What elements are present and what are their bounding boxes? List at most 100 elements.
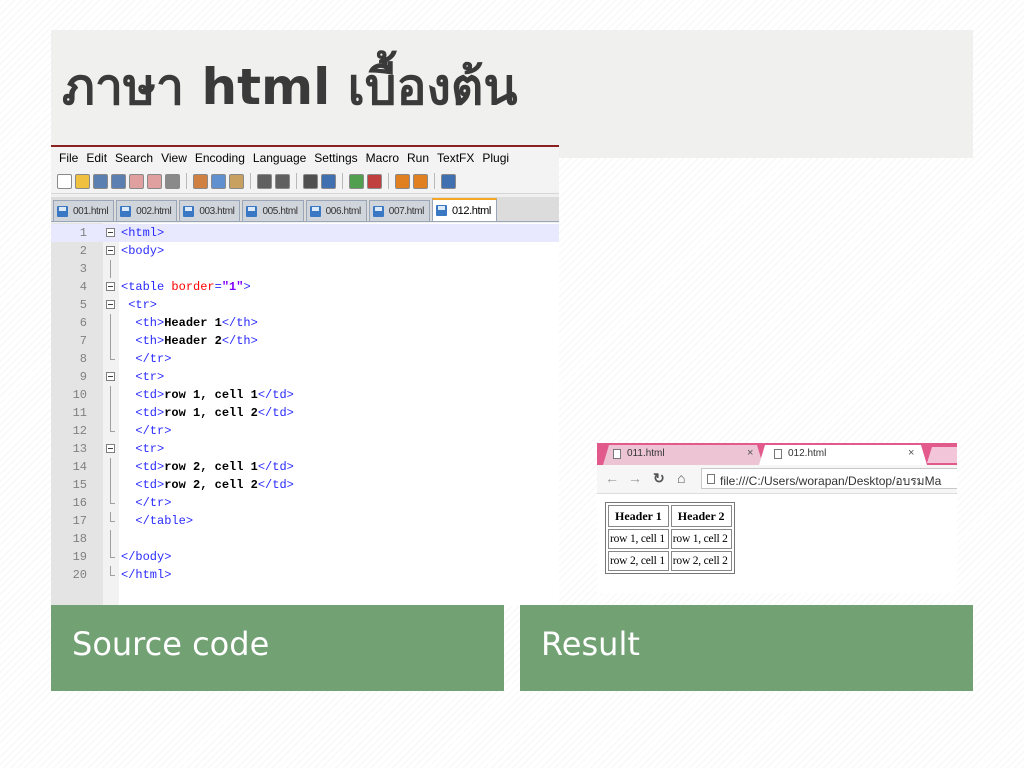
line-number: 2	[79, 244, 87, 258]
browser-tab-012[interactable]	[759, 445, 927, 465]
fold-toggle-icon[interactable]	[106, 444, 115, 453]
code-token: </th>	[221, 334, 258, 348]
new-tab-button[interactable]	[927, 447, 957, 463]
code-token: <td>	[135, 460, 165, 474]
line-number: 18	[72, 532, 87, 546]
fold-toggle-icon[interactable]	[106, 228, 115, 237]
code-token: row 2, cell 1	[164, 460, 258, 474]
close-icon[interactable]: ×	[908, 447, 914, 459]
paste-icon[interactable]	[229, 173, 244, 189]
code-token: <td>	[135, 406, 165, 420]
editor-tab[interactable]: 002.html	[116, 200, 178, 221]
print-icon[interactable]	[165, 173, 180, 189]
code-token: <table	[121, 280, 172, 294]
sync-h-icon[interactable]	[413, 173, 428, 189]
line-number: 14	[72, 460, 87, 474]
table-header-cell: Header 2	[670, 505, 732, 527]
reload-icon[interactable]: ↻	[653, 470, 665, 487]
fold-toggle-icon[interactable]	[106, 300, 115, 309]
code-token: <body>	[121, 244, 165, 258]
menu-item[interactable]: TextFX	[437, 151, 474, 165]
sync-v-icon[interactable]	[395, 173, 410, 189]
editor-tab[interactable]: 005.html	[242, 200, 304, 221]
redo-icon[interactable]	[275, 173, 290, 189]
zoom-out-icon[interactable]	[367, 173, 382, 189]
line-number: 11	[72, 406, 87, 420]
editor-tab[interactable]: 012.html	[431, 198, 497, 221]
code-token: <html>	[121, 226, 165, 240]
editor-tab-label: 012.html	[451, 204, 491, 217]
close-icon[interactable]: ×	[747, 447, 753, 459]
save-disk-icon	[183, 205, 195, 217]
copy-icon[interactable]	[211, 173, 226, 189]
word-wrap-icon[interactable]	[441, 173, 456, 189]
fold-toggle-icon[interactable]	[106, 372, 115, 381]
code-line: 11 <td>row 1, cell 2</td>	[51, 404, 559, 422]
code-token: row 1, cell 2	[164, 406, 258, 420]
code-token: Header 2	[164, 334, 222, 348]
menu-item[interactable]: Edit	[86, 151, 107, 165]
menu-item[interactable]: View	[161, 151, 187, 165]
new-file-icon[interactable]	[57, 173, 72, 189]
code-token: </td>	[257, 406, 294, 420]
editor-toolbar	[51, 169, 559, 194]
table-cell: row 1, cell 2	[670, 529, 732, 549]
code-token: </td>	[257, 388, 294, 402]
fold-line-marker	[110, 260, 111, 278]
fold-toggle-icon[interactable]	[106, 246, 115, 255]
code-line: 9 <tr>	[51, 368, 559, 386]
fold-toggle-icon[interactable]	[106, 282, 115, 291]
save-disk-icon	[435, 205, 447, 216]
line-number: 5	[79, 298, 87, 312]
cut-icon[interactable]	[193, 173, 208, 189]
close-all-icon[interactable]	[147, 173, 162, 189]
editor-tab-label: 007.html	[388, 205, 425, 217]
undo-icon[interactable]	[257, 173, 272, 189]
menu-item[interactable]: Plugi	[482, 151, 509, 165]
code-token: </body>	[121, 550, 172, 564]
code-text: <table border="1">	[121, 278, 251, 296]
back-arrow-icon[interactable]: ←	[605, 470, 619, 486]
code-text: <body>	[121, 242, 164, 260]
home-icon[interactable]: ⌂	[677, 470, 685, 486]
result-table: Header 1 Header 2 row 1, cell 1 row 1, c…	[605, 502, 735, 574]
zoom-in-icon[interactable]	[349, 173, 364, 189]
toolbar-separator	[388, 173, 389, 189]
menu-item[interactable]: Search	[115, 151, 153, 165]
code-area[interactable]: 1 <html> 2 <body> 3 4 <table border="1"> 5 <tr>…	[51, 223, 559, 606]
menu-item[interactable]: Language	[253, 151, 306, 165]
replace-icon[interactable]	[321, 173, 336, 189]
code-line: 1 <html>	[51, 224, 559, 242]
editor-tab[interactable]: 003.html	[179, 200, 241, 221]
code-token: >	[243, 280, 251, 294]
editor-tab[interactable]: 001.html	[53, 200, 115, 221]
save-icon[interactable]	[93, 173, 108, 189]
fold-end-marker	[110, 494, 115, 504]
editor-tab[interactable]: 007.html	[368, 200, 430, 221]
code-token: </tr>	[135, 352, 172, 366]
browser-window: 011.html × 012.html × ← → ↻ ⌂ file:///C:…	[597, 443, 957, 593]
menu-item[interactable]: Macro	[366, 151, 399, 165]
address-bar[interactable]: file:///C:/Users/worapan/Desktop/อบรมMa	[701, 468, 957, 489]
editor-menubar: File Edit Search View Encoding Language Settin…	[51, 145, 559, 169]
menu-item[interactable]: Run	[407, 151, 429, 165]
open-folder-icon[interactable]	[75, 173, 90, 189]
toolbar-separator	[342, 173, 343, 189]
forward-arrow-icon[interactable]: →	[628, 470, 642, 486]
table-header-cell: Header 1	[608, 505, 669, 527]
save-disk-icon	[57, 205, 68, 217]
editor-tab[interactable]: 006.html	[305, 200, 367, 221]
menu-item[interactable]: Settings	[314, 151, 357, 165]
find-icon[interactable]	[303, 173, 318, 189]
table-row: row 2, cell 1 row 2, cell 2	[608, 551, 732, 571]
save-all-icon[interactable]	[111, 173, 126, 189]
close-icon[interactable]	[129, 173, 144, 189]
line-number: 10	[72, 388, 87, 402]
menu-item[interactable]: File	[59, 151, 78, 165]
editor-tab-label: 006.html	[325, 205, 362, 217]
caption-source-code: Source code	[51, 605, 504, 691]
menu-item[interactable]: Encoding	[195, 151, 245, 165]
